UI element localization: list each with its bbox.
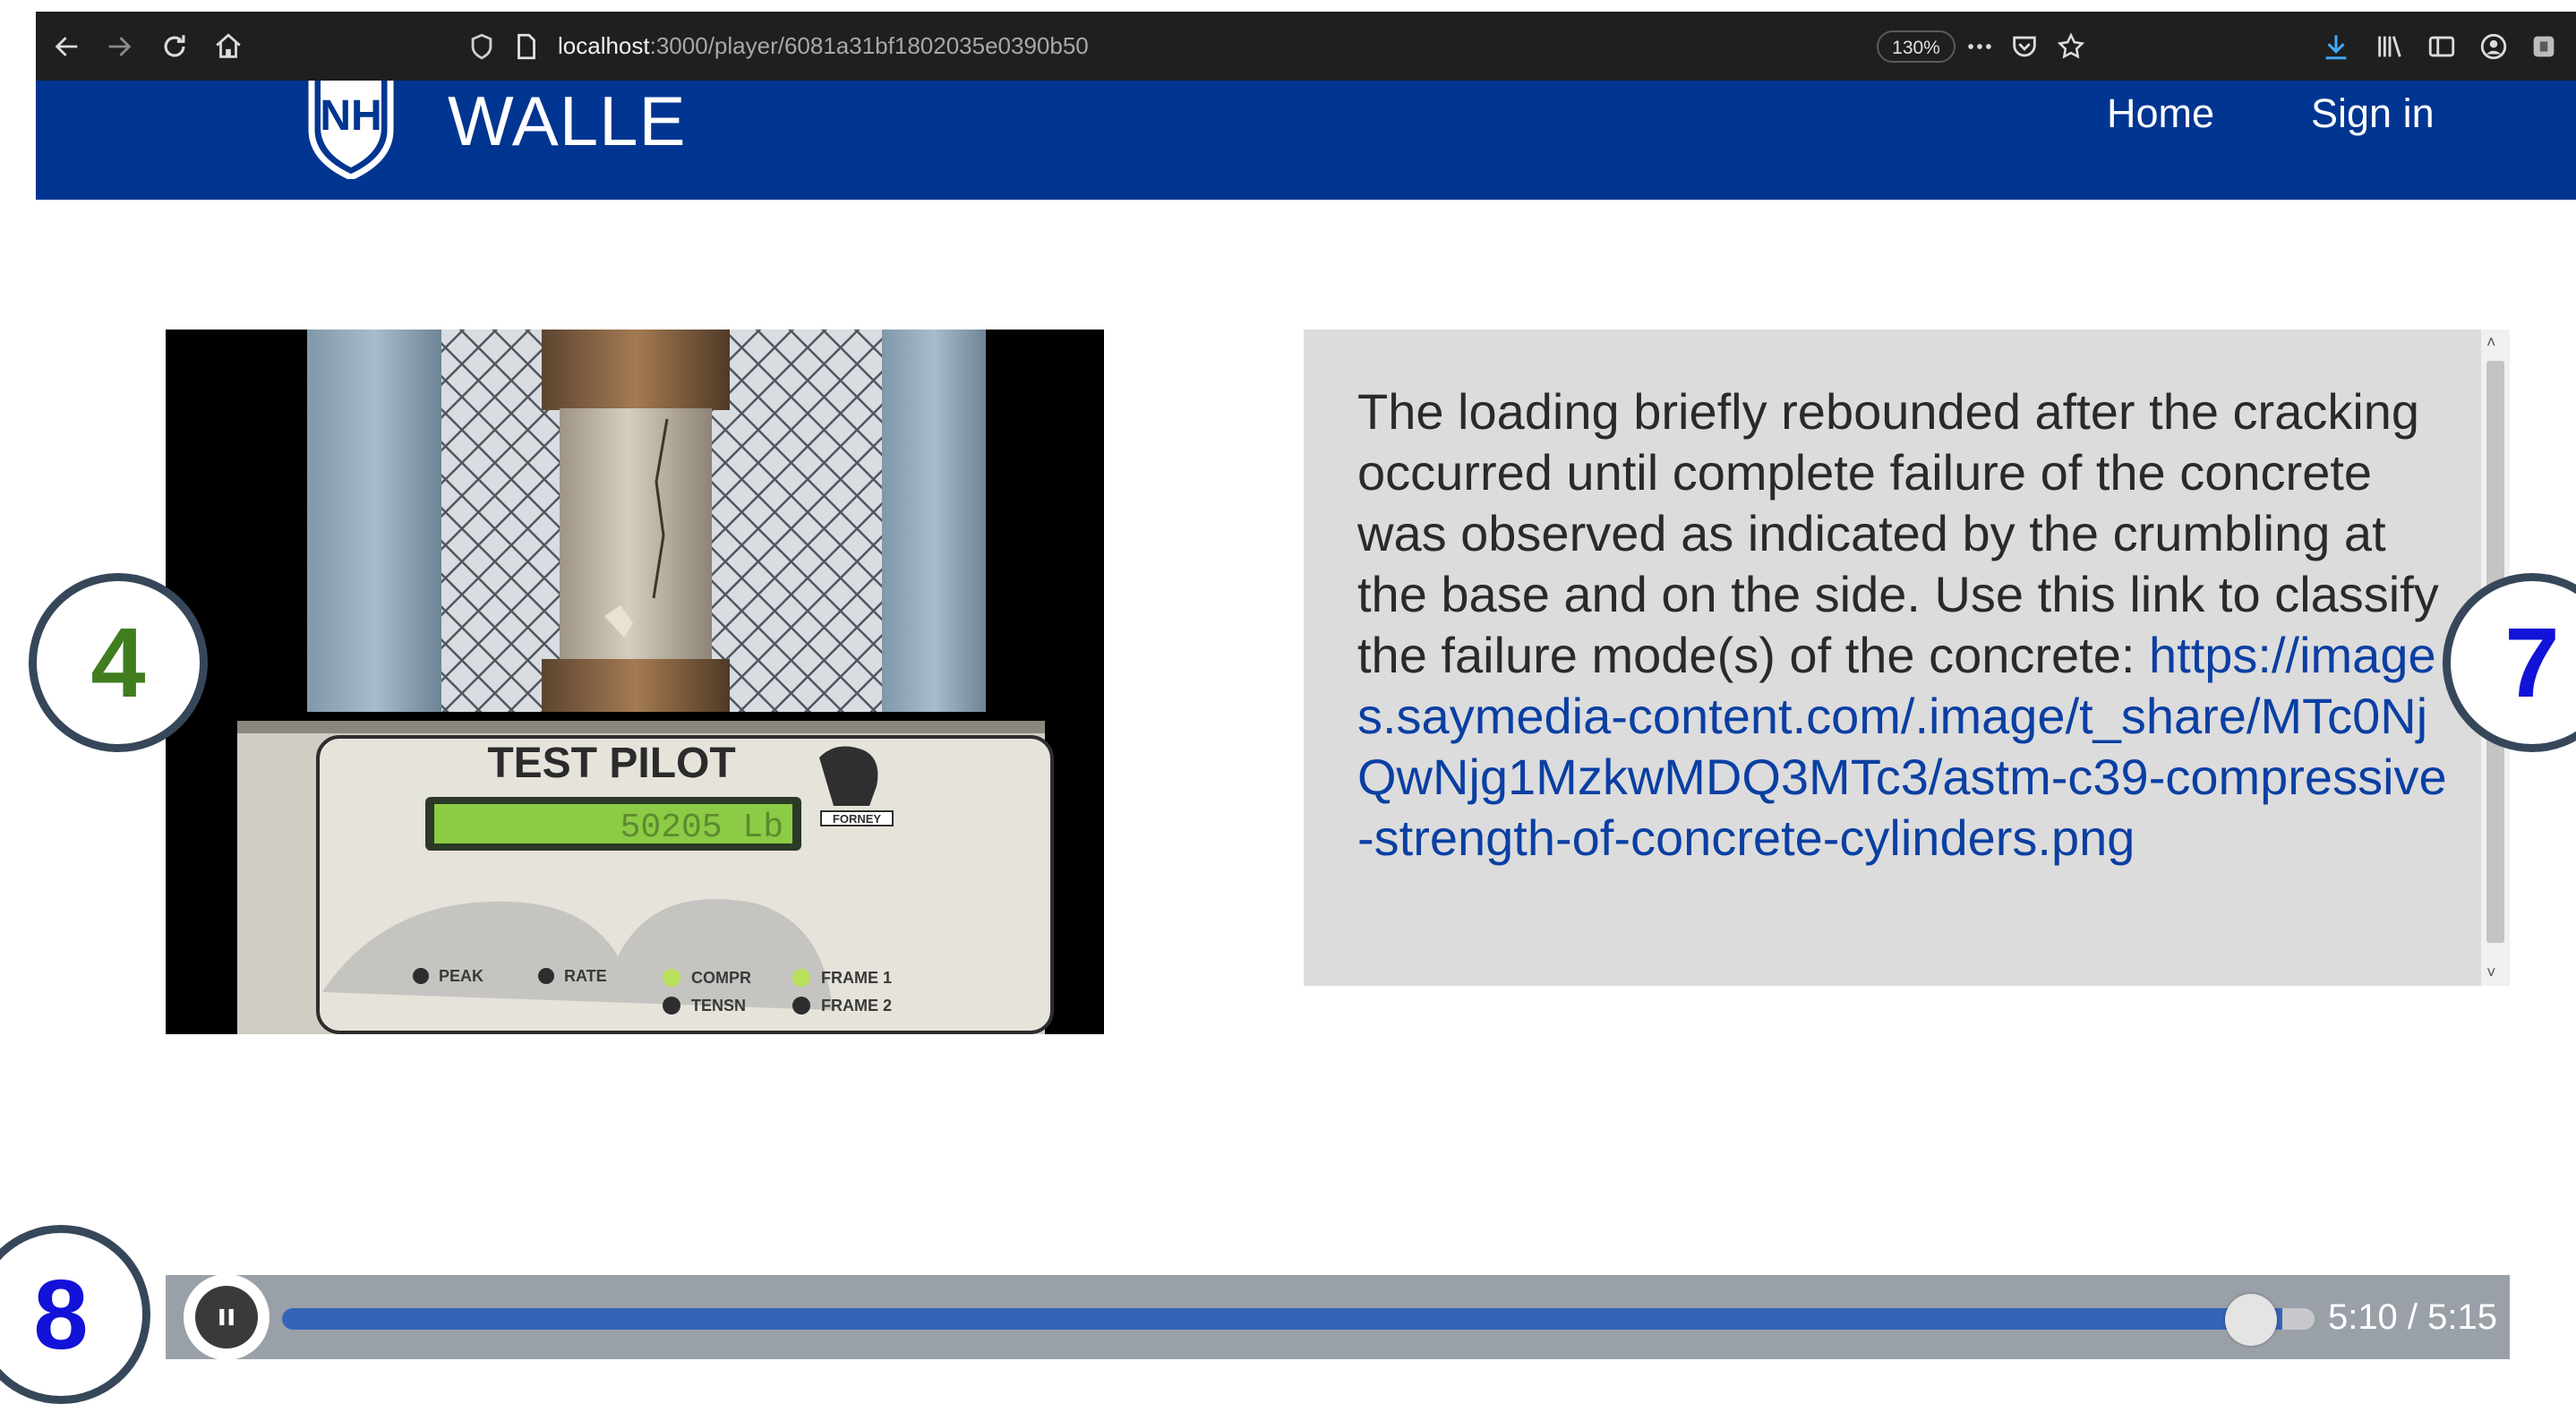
step-marker-4: 4 [29,573,208,752]
zoom-level-badge[interactable]: 130% [1877,30,1956,63]
home-icon[interactable] [210,28,247,65]
browser-toolbar: localhost:3000/player/6081a31bf1802035e0… [36,12,2576,81]
indicator-rate: RATE [564,967,607,985]
progress-track[interactable] [282,1308,2315,1330]
extension-icon[interactable] [2525,28,2563,65]
caption-panel[interactable]: The loading briefly rebounded after the … [1304,330,2510,986]
sidebar-icon[interactable] [2423,28,2460,65]
library-icon[interactable] [2371,28,2409,65]
nav-sign-in-link[interactable]: Sign in [2311,90,2435,137]
progress-fill [282,1308,2282,1330]
forward-icon[interactable] [100,28,138,65]
nav-home-link[interactable]: Home [2107,90,2214,137]
reload-icon[interactable] [156,28,193,65]
indicator-peak: PEAK [439,967,484,985]
indicator-frame2: FRAME 2 [821,997,892,1014]
bookmark-star-icon[interactable] [2052,28,2090,65]
progress-thumb[interactable] [2224,1294,2277,1346]
back-icon[interactable] [48,28,86,65]
display-reading: 50205 Lb [620,809,783,847]
pocket-icon[interactable] [2006,28,2043,65]
logo-text: NH [320,92,381,140]
scroll-down-icon[interactable]: ˅ [2486,963,2496,982]
site-header: NH WALLE Home Sign in [36,81,2576,200]
download-icon[interactable] [2317,28,2355,65]
step-marker-8: 8 [0,1225,150,1404]
shield-icon[interactable] [463,28,501,65]
indicator-tensn: TENSN [691,997,746,1014]
scroll-up-icon[interactable]: ˄ [2486,333,2496,352]
caption-text: The loading briefly rebounded after the … [1357,381,2454,972]
indicator-compr: COMPR [691,969,751,987]
machine-label: TEST PILOT [487,740,735,787]
time-display: 5:10 / 5:15 [2327,1297,2497,1337]
url-text[interactable]: localhost:3000/player/6081a31bf1802035e0… [558,32,1089,60]
page-icon [508,28,545,65]
video-still: TEST PILOT 50205 Lb FORNEY PEAK RATE COM… [237,330,1054,1034]
indicator-frame1: FRAME 1 [821,969,892,987]
brand-label: FORNEY [833,812,882,826]
site-title[interactable]: WALLE [448,81,687,162]
pause-button[interactable] [184,1274,270,1360]
video-frame[interactable]: TEST PILOT 50205 Lb FORNEY PEAK RATE COM… [166,330,1104,1034]
account-icon[interactable] [2475,28,2512,65]
player-controls: 5:10 / 5:15 [166,1274,2510,1360]
pause-icon [195,1286,258,1348]
more-actions-icon[interactable] [1961,28,1998,65]
unh-logo[interactable]: NH [304,81,398,181]
url-bar[interactable]: localhost:3000/player/6081a31bf1802035e0… [463,20,1958,73]
